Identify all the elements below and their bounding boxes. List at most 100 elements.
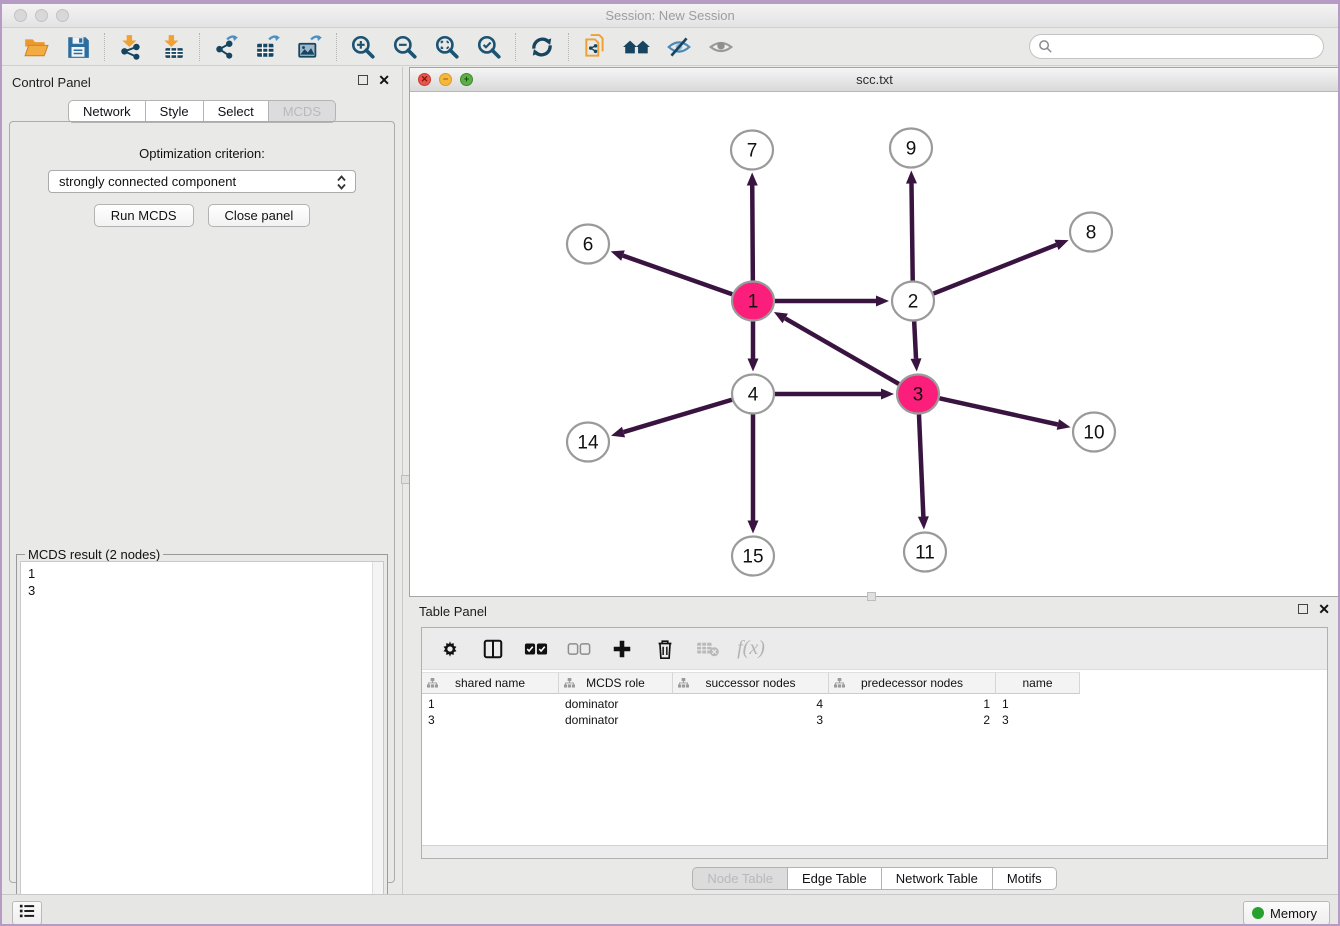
result-scrollbar[interactable]	[372, 562, 383, 926]
graph-edge-arrowhead	[748, 359, 759, 372]
graph-node-label: 8	[1086, 223, 1097, 244]
first-neighbors-button[interactable]	[623, 33, 651, 61]
column-header-successor-nodes[interactable]: successor nodes	[673, 672, 829, 694]
zoom-out-button[interactable]	[391, 33, 419, 61]
graph-node-label: 1	[748, 292, 759, 313]
zoom-fit-button[interactable]	[433, 33, 461, 61]
graph-edge-3-10[interactable]	[940, 398, 1058, 424]
export-table-button[interactable]	[254, 33, 282, 61]
graph-edge-2-8[interactable]	[934, 245, 1057, 294]
graph-node-label: 7	[747, 141, 758, 162]
search-input[interactable]	[1029, 34, 1324, 59]
import-network-icon	[118, 34, 144, 60]
network-window-title: scc.txt	[410, 72, 1339, 87]
vertical-splitter[interactable]	[402, 67, 409, 894]
cell-name[interactable]: 1	[996, 696, 1080, 712]
tab-network[interactable]: Network	[68, 100, 146, 123]
tab-network-table[interactable]: Network Table	[882, 867, 993, 890]
graph-edge-arrowhead	[1057, 419, 1071, 430]
close-panel-icon[interactable]: ✕	[378, 75, 390, 85]
graph-node-label: 9	[906, 139, 917, 160]
cell-shared-name[interactable]: 3	[422, 712, 559, 728]
search-icon	[1038, 39, 1053, 59]
import-table-button[interactable]	[159, 33, 187, 61]
network-view-window: ✕ − + scc.txt 7968124314101511	[409, 67, 1340, 597]
select-all-rows-button[interactable]	[524, 637, 548, 661]
cell-name[interactable]: 3	[996, 712, 1080, 728]
create-column-button[interactable]	[610, 637, 634, 661]
main-toolbar	[2, 28, 1338, 66]
cell-mcds-role[interactable]: dominator	[559, 712, 673, 728]
cell-mcds-role[interactable]: dominator	[559, 696, 673, 712]
cell-successor-nodes[interactable]: 4	[673, 696, 829, 712]
graph-node-label: 14	[577, 433, 599, 454]
column-label: successor nodes	[705, 676, 795, 690]
refresh-view-button[interactable]	[528, 33, 556, 61]
show-all-button[interactable]	[707, 33, 735, 61]
control-panel-tabs: Network Style Select MCDS	[2, 100, 402, 123]
graph-node-label: 6	[583, 235, 594, 256]
close-panel-button[interactable]: Close panel	[208, 204, 311, 227]
table-row[interactable]: 1 dominator 4 1 1	[422, 696, 1080, 712]
open-session-button[interactable]	[22, 33, 50, 61]
cell-predecessor-nodes[interactable]: 1	[829, 696, 996, 712]
import-table-icon	[160, 34, 186, 60]
graph-edge-2-3[interactable]	[914, 321, 916, 358]
column-header-predecessor-nodes[interactable]: predecessor nodes	[829, 672, 996, 694]
eye-icon	[707, 34, 735, 60]
table-toolbar: f(x)	[422, 628, 1327, 670]
network-window-titlebar[interactable]: ✕ − + scc.txt	[410, 68, 1339, 92]
column-header-shared-name[interactable]: shared name	[422, 672, 559, 694]
mcds-result-line: 3	[28, 582, 383, 599]
graph-edge-1-6[interactable]	[623, 256, 732, 295]
mcds-result-title: MCDS result (2 nodes)	[25, 547, 163, 562]
column-header-name[interactable]: name	[996, 672, 1080, 694]
graph-node-label: 2	[908, 292, 919, 313]
table-row[interactable]: 3 dominator 3 2 3	[422, 712, 1080, 728]
export-network-button[interactable]	[212, 33, 240, 61]
zoom-in-button[interactable]	[349, 33, 377, 61]
graph-edge-3-11[interactable]	[919, 414, 923, 516]
deselect-all-rows-button[interactable]	[567, 637, 591, 661]
graph-edge-4-14[interactable]	[624, 400, 732, 432]
save-session-button[interactable]	[64, 33, 92, 61]
tab-edge-table[interactable]: Edge Table	[788, 867, 882, 890]
cell-shared-name[interactable]: 1	[422, 696, 559, 712]
criterion-select[interactable]: strongly connected component	[48, 170, 356, 193]
table-horizontal-scrollbar[interactable]	[422, 845, 1327, 858]
status-bar: Memory	[2, 894, 1338, 926]
tab-select[interactable]: Select	[204, 100, 269, 123]
zoom-selected-button[interactable]	[475, 33, 503, 61]
graph-edge-arrowhead	[611, 250, 625, 260]
close-table-panel-icon[interactable]: ✕	[1318, 604, 1330, 614]
tab-mcds[interactable]: MCDS	[269, 100, 336, 123]
delete-column-button[interactable]	[653, 637, 677, 661]
hide-selected-button[interactable]	[665, 33, 693, 61]
new-network-from-selection-button[interactable]	[581, 33, 609, 61]
task-history-button[interactable]	[12, 901, 42, 925]
column-header-mcds-role[interactable]: MCDS role	[559, 672, 673, 694]
cell-successor-nodes[interactable]: 3	[673, 712, 829, 728]
float-table-panel-icon[interactable]	[1298, 604, 1308, 614]
tab-node-table[interactable]: Node Table	[692, 867, 788, 890]
network-graph-canvas[interactable]: 7968124314101511	[410, 92, 1339, 596]
table-tabs: Node Table Edge Table Network Table Moti…	[409, 867, 1340, 890]
memory-button[interactable]: Memory	[1243, 901, 1330, 925]
show-columns-button[interactable]	[481, 637, 505, 661]
cell-predecessor-nodes[interactable]: 2	[829, 712, 996, 728]
tab-style[interactable]: Style	[146, 100, 204, 123]
run-mcds-button[interactable]: Run MCDS	[94, 204, 194, 227]
graph-node-label: 10	[1083, 423, 1104, 444]
graph-edge-2-9[interactable]	[911, 183, 912, 280]
table-settings-button[interactable]	[438, 637, 462, 661]
gear-icon	[440, 639, 460, 659]
export-image-button[interactable]	[296, 33, 324, 61]
mcds-result-list[interactable]: 1 3	[20, 561, 384, 926]
tab-motifs[interactable]: Motifs	[993, 867, 1057, 890]
node-table-container: f(x) shared name MCDS role successor nod…	[421, 627, 1328, 859]
graph-edge-1-7[interactable]	[752, 185, 753, 280]
horizontal-splitter-grip[interactable]	[867, 592, 876, 601]
graph-edge-3-1[interactable]	[785, 318, 899, 384]
import-network-button[interactable]	[117, 33, 145, 61]
float-panel-icon[interactable]	[358, 75, 368, 85]
